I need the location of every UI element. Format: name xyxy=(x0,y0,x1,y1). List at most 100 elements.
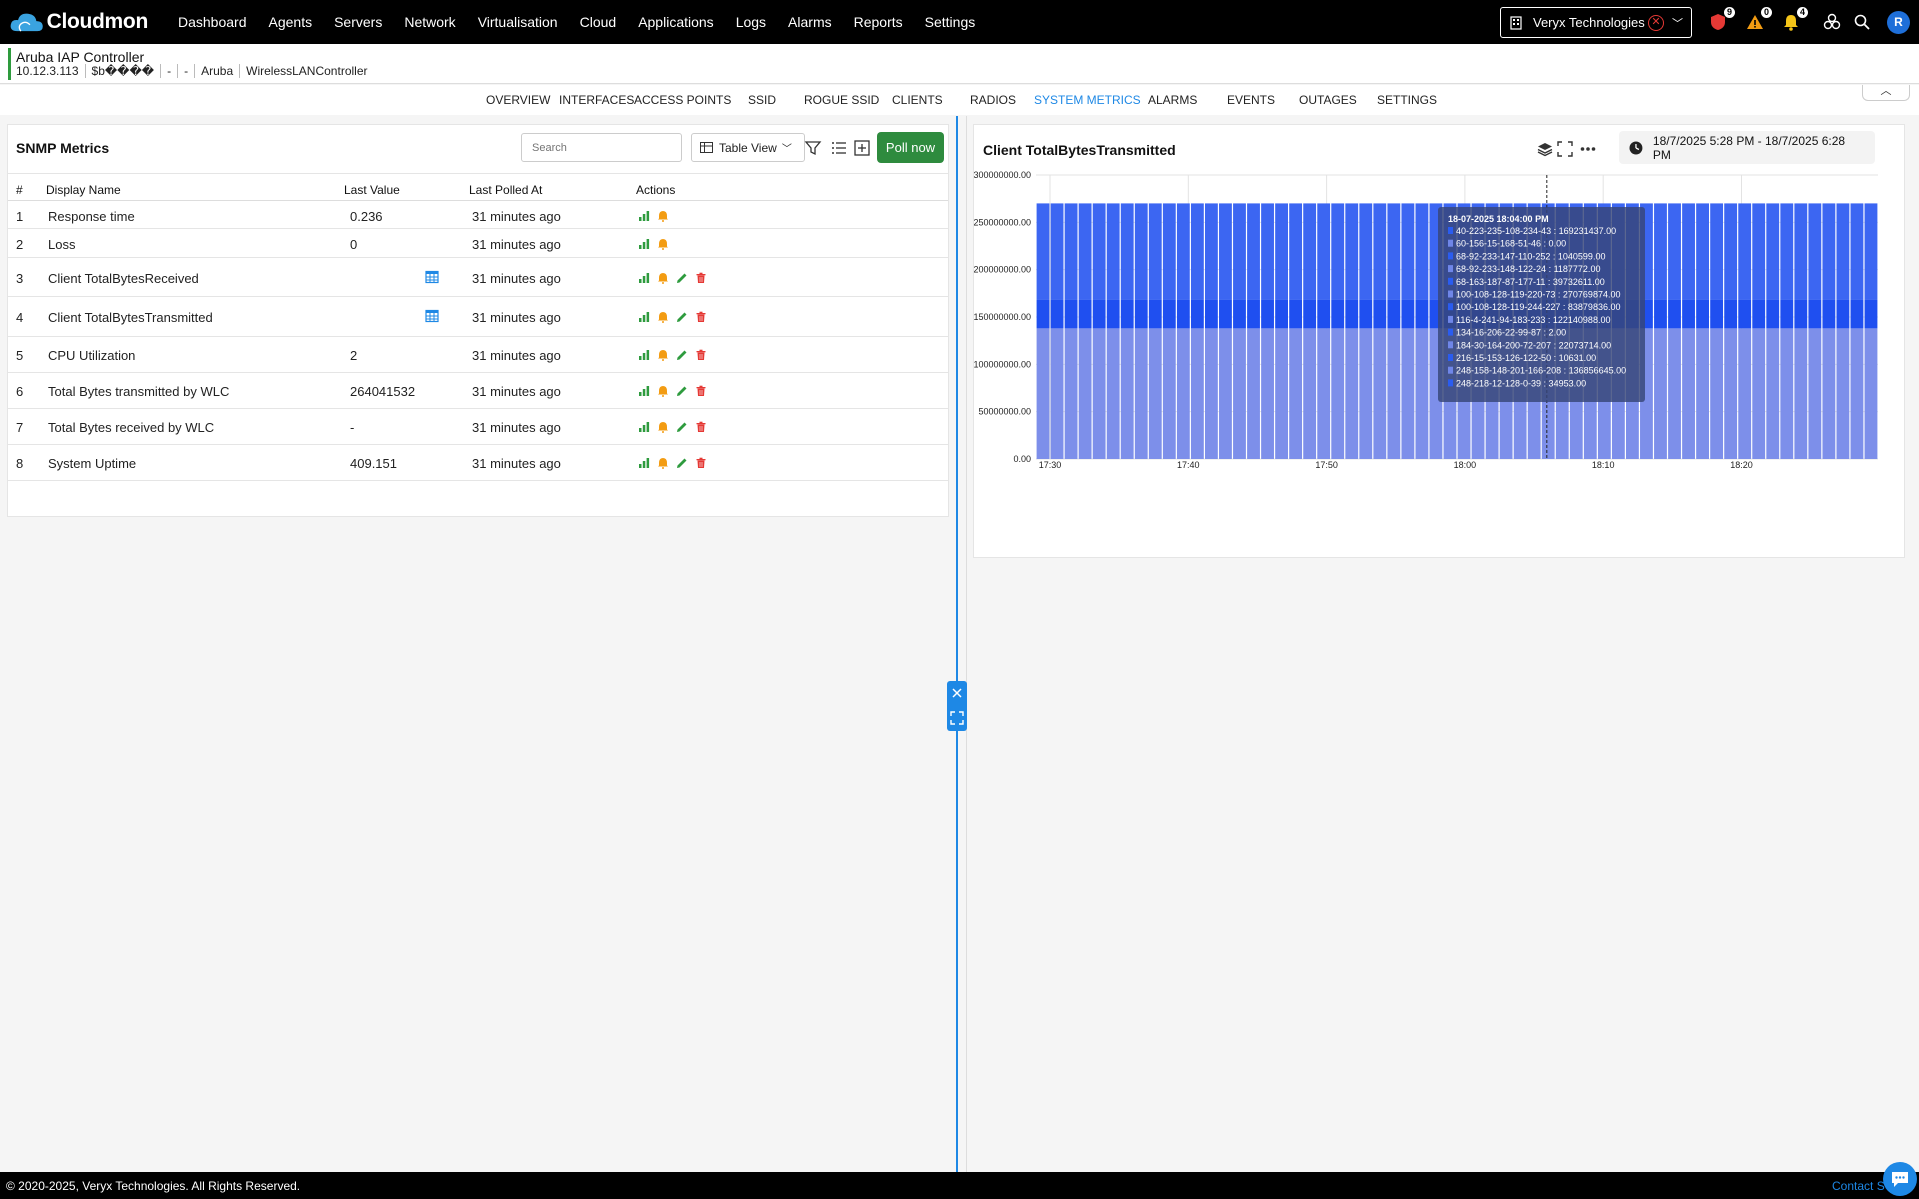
chart-bar-segment[interactable] xyxy=(1780,299,1794,329)
menu-settings[interactable]: Settings xyxy=(914,14,987,30)
chart-bar-segment[interactable] xyxy=(1148,299,1162,329)
chart-bar-segment[interactable] xyxy=(1766,299,1780,329)
chart-bar-segment[interactable] xyxy=(1176,328,1190,459)
chart-bar-segment[interactable] xyxy=(1766,328,1780,459)
chart-bar-segment[interactable] xyxy=(1808,328,1822,459)
table-row[interactable]: 6 Total Bytes transmitted by WLC 264041532… xyxy=(8,373,948,409)
chart-bar-segment[interactable] xyxy=(1190,328,1204,459)
menu-agents[interactable]: Agents xyxy=(258,14,324,30)
splitter-handle[interactable] xyxy=(947,681,967,731)
tab-radios[interactable]: RADIOS xyxy=(970,93,1016,107)
chart-bar-segment[interactable] xyxy=(1247,299,1260,329)
chart-bar-segment[interactable] xyxy=(1219,299,1232,329)
chat-button[interactable] xyxy=(1883,1162,1917,1196)
chart-bar-segment[interactable] xyxy=(1724,299,1738,329)
edit-icon[interactable] xyxy=(676,421,688,433)
chart-bar-segment[interactable] xyxy=(1654,299,1667,329)
chart-bar-segment[interactable] xyxy=(1134,203,1148,300)
collapse-header-button[interactable]: ︿ xyxy=(1862,85,1910,101)
chart-bar-segment[interactable] xyxy=(1401,299,1415,329)
chart-bar-segment[interactable] xyxy=(1668,203,1681,300)
metric-name[interactable]: CPU Utilization xyxy=(48,348,135,363)
chart-bar-segment[interactable] xyxy=(1682,328,1695,459)
metric-name[interactable]: Client TotalBytesReceived xyxy=(48,271,199,286)
chart-bar-segment[interactable] xyxy=(1345,328,1359,459)
chart-bar-segment[interactable] xyxy=(1345,299,1359,329)
metric-name[interactable]: Response time xyxy=(48,209,135,224)
chart-bar-segment[interactable] xyxy=(1289,328,1303,459)
edit-icon[interactable] xyxy=(676,385,688,397)
table-row[interactable]: 5 CPU Utilization 2 31 minutes ago xyxy=(8,337,948,373)
chart-bar-segment[interactable] xyxy=(1373,299,1387,329)
chart-bar-segment[interactable] xyxy=(1696,203,1709,300)
value-table-link[interactable] xyxy=(425,270,439,287)
chart-bar-segment[interactable] xyxy=(1275,299,1288,329)
layers-icon[interactable] xyxy=(1537,141,1553,157)
menu-network[interactable]: Network xyxy=(393,14,466,30)
metric-name[interactable]: Loss xyxy=(48,237,75,252)
chart-bar-segment[interactable] xyxy=(1289,299,1303,329)
chart-bar-segment[interactable] xyxy=(1078,328,1092,459)
chart-bar-segment[interactable] xyxy=(1850,203,1864,300)
chart-bar-segment[interactable] xyxy=(1850,299,1864,329)
chart-bar-segment[interactable] xyxy=(1050,328,1064,459)
delete-icon[interactable] xyxy=(695,272,707,284)
chart-bar-segment[interactable] xyxy=(1780,328,1794,459)
chart-bar-segment[interactable] xyxy=(1064,203,1078,300)
chart-bar-segment[interactable] xyxy=(1233,203,1246,300)
menu-applications[interactable]: Applications xyxy=(627,14,725,30)
chart-bar-segment[interactable] xyxy=(1850,328,1864,459)
column-list-icon[interactable] xyxy=(830,139,848,157)
alarm-bell-icon[interactable] xyxy=(657,238,669,250)
tab-events[interactable]: EVENTS xyxy=(1227,93,1275,107)
chart-bar-segment[interactable] xyxy=(1036,328,1050,459)
chart-bar-segment[interactable] xyxy=(1064,328,1078,459)
panel-splitter[interactable] xyxy=(956,116,958,1172)
chart-bar-segment[interactable] xyxy=(1401,203,1415,300)
chart-bar-segment[interactable] xyxy=(1345,203,1359,300)
chart-bar-segment[interactable] xyxy=(1836,328,1850,459)
tab-ssid[interactable]: SSID xyxy=(748,93,776,107)
chart-bar-segment[interactable] xyxy=(1752,328,1766,459)
tab-rogue-ssid[interactable]: ROGUE SSID xyxy=(804,93,879,107)
chart-bar-segment[interactable] xyxy=(1289,203,1303,300)
chart-bar-segment[interactable] xyxy=(1106,328,1120,459)
menu-servers[interactable]: Servers xyxy=(323,14,393,30)
delete-icon[interactable] xyxy=(695,385,707,397)
tab-clients[interactable]: CLIENTS xyxy=(892,93,943,107)
date-range-picker[interactable]: 18/7/2025 5:28 PM - 18/7/2025 6:28 PM xyxy=(1619,131,1875,164)
chart-bar-segment[interactable] xyxy=(1415,328,1429,459)
chart-icon[interactable] xyxy=(638,238,650,250)
tab-alarms[interactable]: ALARMS xyxy=(1148,93,1197,107)
metric-name[interactable]: Client TotalBytesTransmitted xyxy=(48,310,213,325)
chart-bar-segment[interactable] xyxy=(1162,328,1176,459)
chart-bar-segment[interactable] xyxy=(1752,203,1766,300)
chart-bar-segment[interactable] xyxy=(1822,328,1836,459)
clear-icon[interactable]: ✕ xyxy=(1648,14,1664,31)
chart-bar-segment[interactable] xyxy=(1050,203,1064,300)
chart-bar-segment[interactable] xyxy=(1078,203,1092,300)
tab-system-metrics[interactable]: SYSTEM METRICS xyxy=(1034,93,1141,107)
critical-alerts-icon[interactable]: 9 xyxy=(1707,7,1735,33)
chart-bar-segment[interactable] xyxy=(1190,203,1204,300)
chart-bar-segment[interactable] xyxy=(1134,328,1148,459)
chart-bar-segment[interactable] xyxy=(1148,328,1162,459)
value-table-link[interactable] xyxy=(425,309,439,326)
table-row[interactable]: 3 Client TotalBytesReceived 31 minutes ago xyxy=(8,258,948,297)
chart-bar-segment[interactable] xyxy=(1317,203,1331,300)
chart-bar-segment[interactable] xyxy=(1401,328,1415,459)
chart-bar-segment[interactable] xyxy=(1696,299,1709,329)
chart-bar-segment[interactable] xyxy=(1794,203,1808,300)
chart-bar-segment[interactable] xyxy=(1261,299,1274,329)
table-view-icon[interactable] xyxy=(425,309,439,323)
add-metric-icon[interactable] xyxy=(853,139,871,157)
chart-bar-segment[interactable] xyxy=(1162,299,1176,329)
delete-icon[interactable] xyxy=(695,457,707,469)
menu-logs[interactable]: Logs xyxy=(725,14,777,30)
col-display-name[interactable]: Display Name xyxy=(46,183,121,197)
alarm-bell-icon[interactable] xyxy=(657,457,669,469)
chart-icon[interactable] xyxy=(638,210,650,222)
chart-icon[interactable] xyxy=(638,457,650,469)
chart-bar-segment[interactable] xyxy=(1317,328,1331,459)
chart-bar-segment[interactable] xyxy=(1654,203,1667,300)
